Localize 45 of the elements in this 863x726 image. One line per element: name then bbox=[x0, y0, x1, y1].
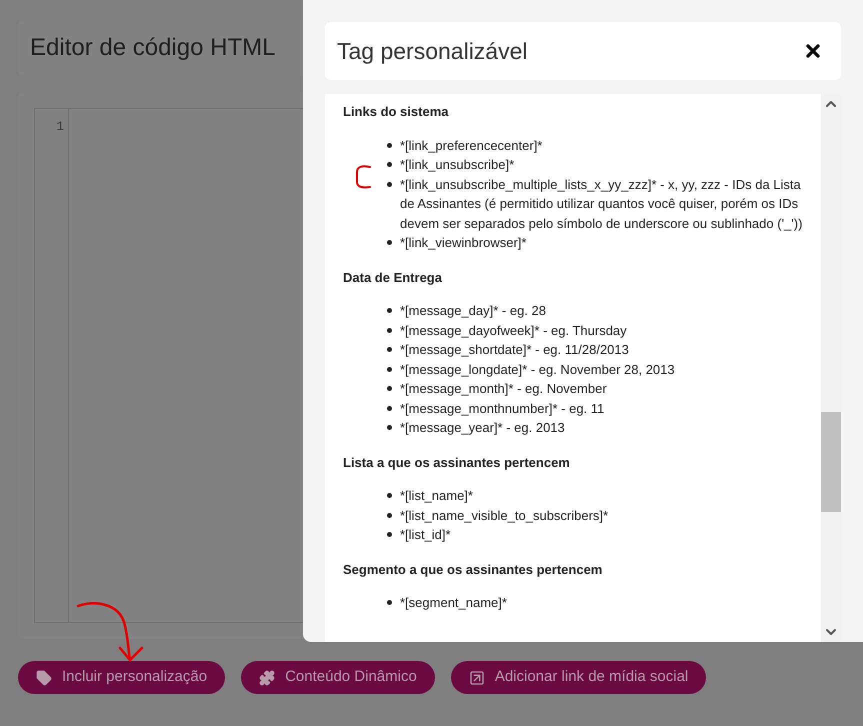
bullet-icon bbox=[387, 406, 392, 410]
section-heading: Segmento a que os assinantes pertencem bbox=[343, 560, 604, 579]
tag-item: *[link_unsubscribe]* bbox=[400, 156, 514, 174]
tag-item: *[message_dayofweek]* - eg. Thursday bbox=[400, 322, 627, 340]
bullet-icon bbox=[387, 182, 392, 186]
tag-icon bbox=[36, 670, 52, 686]
bullet-icon bbox=[387, 347, 392, 352]
tag-item: *[link_unsubscribe_multiple_lists_x_yy_zzz]* - x, yy, zzz - IDs da Lista de Assinantes (é permitido utilizar quantos você quiser, porém os IDs devem ser separados pelo símbolo de underscore ou sublinhado ('_')) bbox=[400, 176, 803, 233]
section-heading: Lista a que os assinantes pertencem bbox=[343, 454, 571, 472]
tag-item: *[link_viewinbrowser]* bbox=[400, 234, 526, 252]
tag-item: *[message_month]* - eg. November bbox=[400, 380, 607, 398]
puzzle-icon bbox=[259, 670, 276, 686]
line-number: 1 bbox=[56, 118, 64, 136]
bullet-icon bbox=[387, 532, 392, 537]
modal-title: Tag personalizável bbox=[337, 36, 528, 66]
action-button[interactable]: Adicionar link de mídia social bbox=[450, 661, 706, 694]
bullet-icon bbox=[387, 328, 392, 332]
tag-item: *[segment_name]* bbox=[400, 594, 507, 612]
page-title: Editor de código HTML bbox=[30, 33, 276, 63]
bullet-icon bbox=[387, 240, 392, 245]
bullet-icon bbox=[387, 308, 392, 313]
tag-item: *[message_monthnumber]* - eg. 11 bbox=[400, 400, 604, 418]
bullet-icon bbox=[387, 366, 392, 372]
section-heading: Links do sistema bbox=[343, 103, 450, 121]
annotation-bracket bbox=[354, 164, 372, 190]
action-button[interactable]: Incluir personalização bbox=[18, 661, 226, 694]
bullet-icon bbox=[387, 512, 392, 518]
bullet-icon bbox=[387, 425, 392, 430]
bullet-icon bbox=[387, 142, 392, 148]
tag-item: *[message_year]* - eg. 2013 bbox=[400, 419, 565, 437]
action-button[interactable]: Conteúdo Dinâmico bbox=[241, 661, 435, 694]
tag-item: *[message_day]* - eg. 28 bbox=[400, 302, 546, 320]
bullet-icon bbox=[387, 600, 392, 605]
bullet-icon bbox=[387, 386, 392, 391]
section-heading: Data de Entrega bbox=[343, 268, 443, 287]
tag-item: *[list_name_visible_to_subscribers]* bbox=[400, 506, 608, 525]
tag-item: *[list_name]* bbox=[400, 487, 473, 505]
tag-item: *[message_shortdate]* - eg. 11/28/2013 bbox=[400, 341, 629, 359]
tag-item: *[message_longdate]* - eg. November 28, 2013 bbox=[400, 360, 675, 379]
tag-item: *[link_preferencecenter]* bbox=[400, 136, 542, 155]
tag-item: *[list_id]* bbox=[400, 526, 451, 544]
external-link-icon bbox=[468, 670, 485, 686]
scrollbar-thumb[interactable] bbox=[821, 412, 841, 512]
bullet-icon bbox=[387, 493, 392, 498]
bullet-icon bbox=[387, 162, 392, 167]
